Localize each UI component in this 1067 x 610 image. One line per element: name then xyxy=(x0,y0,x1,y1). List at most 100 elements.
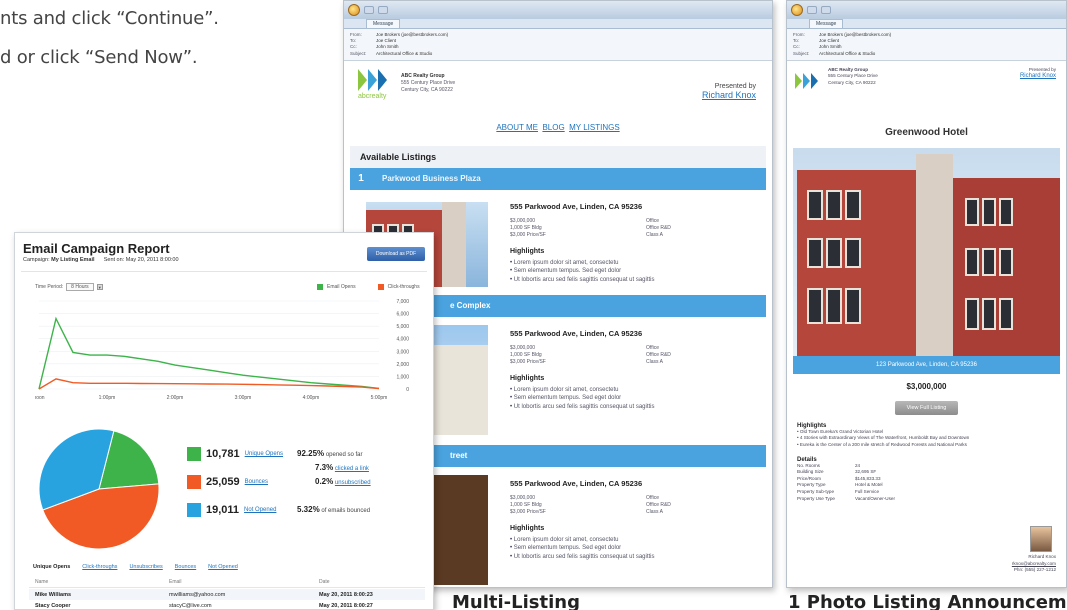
listing-address: 555 Parkwood Ave, Linden, CA 95236 xyxy=(510,478,643,488)
tab-bounces[interactable]: Bounces xyxy=(175,564,196,570)
download-pdf-button[interactable]: Download as PDF xyxy=(367,247,425,261)
company-address-2: Century City, CA 90222 xyxy=(828,80,876,85)
listing-address: 555 Parkwood Ave, Linden, CA 95236 xyxy=(510,328,643,338)
stat-link[interactable]: Bounces xyxy=(245,479,268,485)
detail-key: Property Sub-type xyxy=(797,488,835,494)
x-tick-label: 1:00pm xyxy=(99,395,116,401)
highlight-item: • 4 Stories with Extraordinary Views of … xyxy=(797,435,970,441)
detail-value: Hotel & Motel xyxy=(855,482,883,488)
highlights-heading: Highlights xyxy=(510,524,545,532)
office-orb-icon[interactable] xyxy=(348,4,360,16)
agent-link[interactable]: Richard Knox xyxy=(702,90,756,100)
email-status-pie-chart xyxy=(38,428,160,550)
stat-number: 25,059 xyxy=(206,476,240,488)
swatch xyxy=(187,503,201,517)
listing-price-sf: $3,000 Price/SF xyxy=(510,231,546,238)
ribbon: Message xyxy=(787,19,1066,29)
hotel-photo[interactable] xyxy=(793,147,1060,356)
col-name: Name xyxy=(35,579,49,585)
detail-key: Property Type xyxy=(797,482,826,488)
legend-clicks-label: Click-throughs xyxy=(387,284,420,290)
save-icon[interactable] xyxy=(807,6,817,14)
swatch xyxy=(187,447,201,461)
time-period-label: Time Period: xyxy=(35,284,64,290)
campaign-label: Campaign: xyxy=(23,257,50,263)
instruction-line-2: d or click “Send Now”. xyxy=(0,47,198,68)
x-tick-label: 5:00pm xyxy=(371,395,388,401)
office-orb-icon[interactable] xyxy=(791,4,803,16)
nav-my-listings[interactable]: MY LISTINGS xyxy=(569,123,620,132)
row-email: stacyC@live.com xyxy=(169,602,212,609)
save-icon[interactable] xyxy=(364,6,374,14)
stat-link[interactable]: Unique Opens xyxy=(245,451,283,457)
x-tick-label: 2:00pm xyxy=(167,395,184,401)
listing-price-sf: $3,000 Price/SF xyxy=(510,508,546,515)
highlight-item: Ut lobortis arcu sed felis sagittis cons… xyxy=(510,276,655,285)
agent-name: Richard Knox xyxy=(1028,554,1056,559)
time-period-select[interactable]: 8 Hours xyxy=(66,283,94,291)
caption-photo-listing: 1 Photo Listing Announcem xyxy=(788,592,1067,610)
hotel-name: Greenwood Hotel xyxy=(885,126,968,138)
tab-message[interactable]: Message xyxy=(366,19,401,28)
highlights-heading: Highlights xyxy=(510,247,545,255)
undo-icon[interactable] xyxy=(821,6,831,14)
detail-key: Property Use Type xyxy=(797,495,835,501)
detail-value: 24 xyxy=(855,462,861,468)
pct-value: 0.2% xyxy=(315,477,334,486)
chevron-down-icon[interactable]: ▼ xyxy=(96,284,103,290)
row-name: Stacy Cooper xyxy=(35,602,71,609)
stat-bounces: 25,059 Bounces xyxy=(187,475,268,489)
table-row[interactable]: Stacy Cooper stacyC@live.com May 20, 201… xyxy=(29,600,425,609)
company-address-2: Century City, CA 90222 xyxy=(401,86,453,93)
pct-link[interactable]: unsubscribed xyxy=(335,480,371,486)
row-name: Mike Williams xyxy=(35,591,72,598)
tab-unique-opens[interactable]: Unique Opens xyxy=(33,564,70,570)
undo-icon[interactable] xyxy=(378,6,388,14)
company-address-1: 555 Century Place Drive xyxy=(401,79,456,86)
logo-chevron-icon xyxy=(795,72,802,89)
logo: abcrealty xyxy=(358,68,387,100)
col-date: Date xyxy=(319,579,330,585)
pct-link[interactable]: clicked a link xyxy=(335,466,369,472)
brand-header: abcrealty ABC Realty Group 555 Century P… xyxy=(344,61,772,121)
series-line xyxy=(38,316,380,390)
single-listing-window: Message From: Joe Brokers (joe@bestbroker… xyxy=(786,0,1067,588)
subject-value: Architectural Office & Studio xyxy=(819,50,876,56)
tab-not-opened[interactable]: Not Opened xyxy=(208,564,238,570)
listing-title: Parkwood Business Plaza xyxy=(382,174,481,184)
nav-blog[interactable]: BLOG xyxy=(542,123,564,132)
listing-price-sf: $3,000 Price/SF xyxy=(510,358,546,365)
y-tick-label: 6,000 xyxy=(396,312,409,318)
titlebar xyxy=(787,1,1066,19)
available-listings-heading: Available Listings xyxy=(350,145,766,168)
logo-chevron-icon xyxy=(368,68,377,91)
campaign-name: My Listing Email xyxy=(51,257,95,263)
sent-on: Sent on: May 20, 2011 8:00:00 xyxy=(103,257,179,263)
subject-value: Architectural Office & Studio xyxy=(376,50,433,56)
listing-address: 555 Parkwood Ave, Linden, CA 95236 xyxy=(510,201,643,211)
listing-bar-1[interactable]: 1 Parkwood Business Plaza xyxy=(350,167,766,190)
listing-class: Class A xyxy=(646,231,663,238)
highlight-item: Ut lobortis arcu sed felis sagittis cons… xyxy=(510,403,655,412)
view-full-listing-button[interactable]: View Full Listing xyxy=(894,400,959,415)
table-header: Name Email Date xyxy=(29,577,425,588)
listing-class: Class A xyxy=(646,508,663,515)
nav-links: ABOUT ME BLOG MY LISTINGS xyxy=(344,123,772,132)
pct-text: opened so far xyxy=(325,452,363,458)
detail-value: Full Service xyxy=(855,488,879,494)
logo-chevron-icon xyxy=(358,68,367,91)
tab-unsubscribes[interactable]: Unsubscribes xyxy=(129,564,162,570)
table-row[interactable]: Mike Williams mwilliams@yahoo.com May 20… xyxy=(29,589,425,600)
agent-link[interactable]: Richard Knox xyxy=(1020,73,1056,79)
y-tick-label: 1,000 xyxy=(396,374,409,380)
presented-by: Presented by xyxy=(1028,66,1056,72)
presented-by: Presented by xyxy=(714,82,756,90)
y-tick-label: 3,000 xyxy=(396,349,409,355)
stat-link[interactable]: Not Opened xyxy=(244,507,276,513)
agent-email-link[interactable]: rknox@abcrealty.com xyxy=(1012,561,1056,568)
listing-type: Office xyxy=(646,494,659,501)
detail-key: Price/Room xyxy=(797,475,821,481)
tab-click-throughs[interactable]: Click-throughs xyxy=(82,564,117,570)
nav-about-me[interactable]: ABOUT ME xyxy=(496,123,538,132)
tab-message[interactable]: Message xyxy=(809,19,844,28)
